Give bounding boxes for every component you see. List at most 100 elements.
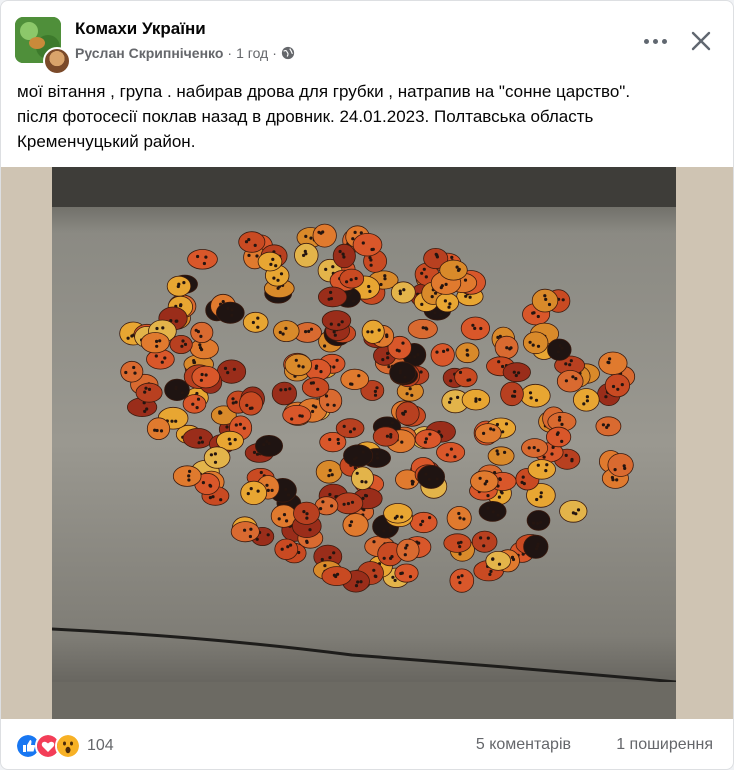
ladybug [407, 318, 438, 339]
ladybug [242, 311, 269, 333]
ladybug [342, 513, 369, 537]
ladybug [317, 286, 348, 308]
ladybug [443, 533, 472, 553]
wow-icon [55, 733, 81, 759]
ladybug [351, 466, 374, 491]
ladybug [547, 338, 572, 361]
reactions-summary[interactable]: 104 [15, 733, 114, 759]
ladybug [523, 534, 549, 559]
ladybug [474, 423, 502, 444]
ladybug [394, 563, 419, 583]
ladybug [254, 434, 283, 457]
ladybug [487, 446, 515, 466]
ladybug [312, 223, 337, 248]
ladybug [531, 288, 559, 313]
ladybug [190, 321, 214, 344]
ladybug [321, 566, 352, 587]
ladybug [294, 242, 319, 268]
ladybug [293, 501, 320, 525]
ladybug [332, 243, 356, 269]
ladybug [282, 404, 312, 425]
ladybug [321, 310, 352, 331]
ladybug [340, 368, 370, 390]
ladybug [556, 369, 584, 393]
ladybug [607, 453, 634, 477]
more-dot [661, 38, 667, 44]
close-icon [691, 31, 711, 51]
ladybug [572, 388, 600, 412]
shares-link[interactable]: 1 поширення [616, 736, 713, 754]
post-message: мої вітання , група . набирав дрова для … [17, 79, 717, 154]
ladybug [182, 394, 207, 414]
ladybug [470, 470, 499, 493]
ladybug [461, 388, 491, 411]
ladybug [352, 232, 383, 257]
ladybug [523, 331, 549, 355]
ladybug [273, 320, 300, 343]
ladybug [430, 343, 455, 367]
ladybug [471, 530, 498, 553]
post-text-line: Кременчуцький район. [17, 132, 196, 151]
ladybug [140, 332, 170, 354]
post-footer: 104 5 коментарів 1 поширення [15, 731, 713, 761]
ladybug [315, 460, 343, 484]
ladybug [502, 362, 531, 383]
ladybug [172, 465, 202, 487]
ladybug [390, 281, 416, 304]
ladybug [409, 511, 438, 534]
ladybug [191, 365, 221, 389]
post-time-link[interactable]: 1 год [236, 45, 268, 61]
post-header: Комахи України Руслан Скрипніченко · 1 г… [15, 15, 719, 75]
comments-link[interactable]: 5 коментарів [476, 736, 571, 754]
ladybug [240, 480, 268, 505]
group-name-link[interactable]: Комахи України [75, 19, 206, 39]
ladybug [238, 391, 263, 416]
ladybug [146, 417, 171, 441]
ladybug [598, 351, 628, 376]
ladybug [216, 301, 245, 324]
ladybug [545, 426, 572, 448]
ladybug [182, 427, 214, 449]
user-avatar[interactable] [43, 47, 71, 75]
ladybug [166, 275, 192, 297]
ladybug [396, 538, 420, 562]
reaction-count[interactable]: 104 [87, 737, 114, 755]
ladybug [439, 259, 468, 281]
meta-separator-2: · [272, 45, 277, 61]
ladybug [417, 464, 446, 489]
ladybug [414, 429, 442, 449]
ladybug [230, 521, 260, 543]
more-options-button[interactable] [637, 27, 673, 55]
ladybug [494, 335, 519, 359]
ladybug [343, 444, 374, 468]
ladybug [333, 492, 364, 515]
more-horizontal-icon [643, 38, 649, 44]
ladybug [521, 438, 549, 458]
post-card: Комахи України Руслан Скрипніченко · 1 г… [0, 0, 734, 770]
ladybug [284, 353, 313, 377]
post-text-line: після фотосесії поклав назад в дровник. … [17, 107, 594, 126]
meta-separator: · [227, 45, 233, 61]
globe-icon[interactable] [281, 46, 295, 60]
ladybug [478, 500, 507, 522]
ladybug [455, 342, 480, 364]
ladybug [271, 381, 297, 406]
ladybug [485, 550, 512, 571]
ladybug [238, 231, 266, 253]
post-photo[interactable] [52, 167, 676, 719]
ladybug [595, 416, 622, 437]
ladybug [500, 381, 524, 407]
close-button[interactable] [683, 23, 719, 59]
ladybug [454, 367, 478, 388]
more-dot [652, 38, 658, 44]
author-link[interactable]: Руслан Скрипніченко [75, 45, 223, 61]
ladybug [436, 442, 466, 463]
dark-top-edge [52, 167, 676, 207]
ladybug [435, 292, 460, 313]
ladybug [449, 568, 475, 593]
ladybug [187, 249, 218, 270]
ladybug [169, 334, 193, 354]
ladybug [526, 510, 551, 531]
post-media[interactable] [1, 167, 733, 719]
ladybug [520, 383, 551, 408]
